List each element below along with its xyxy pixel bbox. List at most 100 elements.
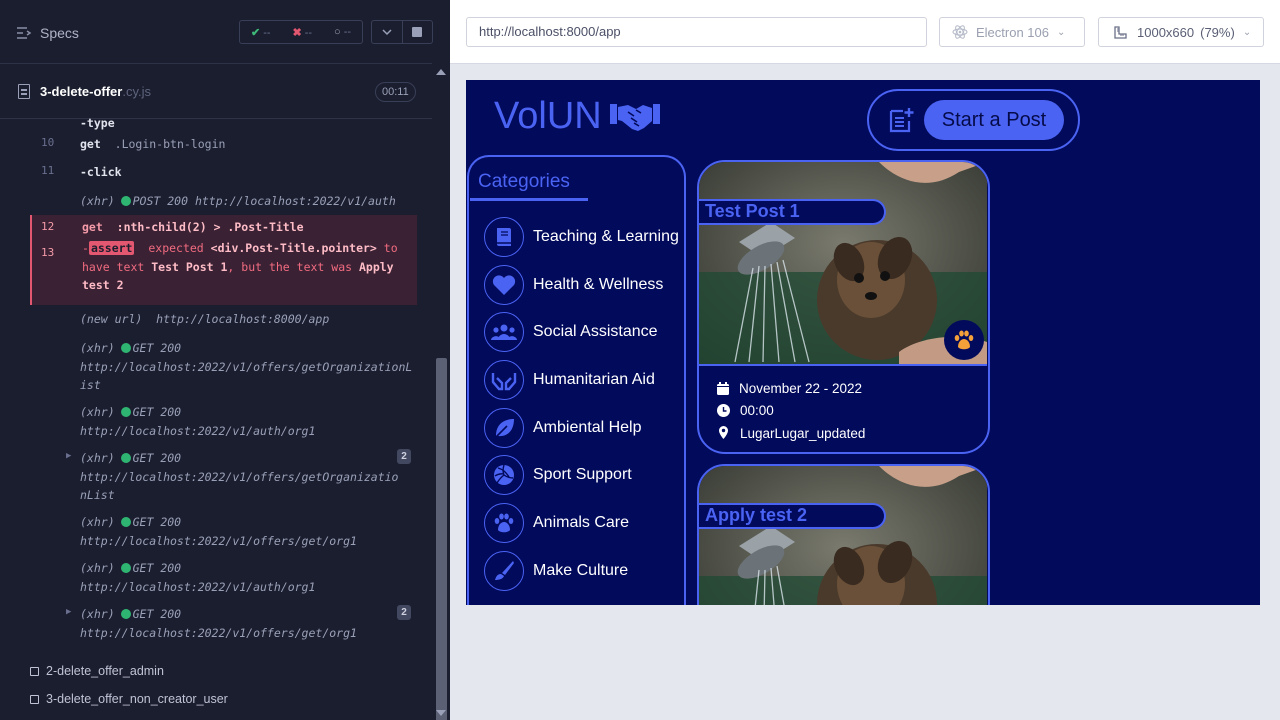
- post-title[interactable]: Apply test 2: [699, 503, 886, 529]
- post-info: November 22 - 2022 00:00 LugarLugar_upda…: [717, 377, 865, 445]
- stop-button[interactable]: [403, 21, 433, 43]
- pending-box-icon: [30, 666, 39, 676]
- chevron-down-icon[interactable]: [372, 21, 403, 43]
- post-location: LugarLugar_updated: [740, 425, 866, 441]
- category-ambiental[interactable]: Ambiental Help: [484, 407, 642, 449]
- post-date-row: November 22 - 2022: [717, 377, 865, 400]
- categories-title: Categories: [478, 171, 570, 192]
- category-animals[interactable]: Animals Care: [484, 502, 629, 544]
- specs-list-icon: [17, 27, 32, 39]
- post-card[interactable]: Test Post 1 November 22 - 2022 00:00 Lug…: [697, 160, 990, 454]
- stop-icon: [412, 27, 423, 37]
- xhr-row[interactable]: (xhr) POST 200 http://localhost:2022/v1/a…: [30, 192, 417, 212]
- category-humanitarian[interactable]: Humanitarian Aid: [484, 359, 655, 401]
- scroll-up-icon[interactable]: [436, 69, 446, 75]
- duration-badge: 00:11: [375, 82, 416, 102]
- command-row: -type: [80, 116, 115, 130]
- reporter-panel: Specs ✔ -- ✖ -- ○ -- 3-delete-offer.cy.j…: [0, 0, 450, 720]
- pending-stat: ○ --: [333, 26, 352, 38]
- post-photo: [699, 466, 987, 605]
- handshake-icon: [609, 103, 660, 131]
- spec-item[interactable]: 2-delete_offer_admin: [30, 664, 164, 678]
- electron-icon: [952, 25, 968, 39]
- xhr-row[interactable]: ▶ (xhr) GET 200 http://localhost:2022/v1/o…: [30, 605, 417, 645]
- file-icon: [18, 84, 30, 99]
- status-ok-icon: [120, 407, 131, 417]
- specs-button[interactable]: Specs: [16, 22, 79, 44]
- aut-header: http://localhost:8000/app Electron 106 ⌄…: [450, 0, 1280, 64]
- run-controls: [371, 20, 433, 44]
- post-title[interactable]: Test Post 1: [699, 199, 886, 225]
- categories-panel: Categories Teaching & Learning Health & …: [467, 155, 686, 605]
- xhr-row[interactable]: (xhr) GET 200 http://localhost:2022/v1/off…: [30, 513, 417, 553]
- failed-stat: ✖ --: [292, 26, 313, 39]
- expand-arrow-icon[interactable]: ▶: [66, 607, 71, 617]
- scroll-thumb[interactable]: [436, 358, 447, 720]
- x-icon: ✖: [292, 26, 302, 39]
- chevron-down-icon: ⌄: [1242, 26, 1252, 38]
- chevron-down-icon: ⌄: [1057, 26, 1066, 38]
- status-ok-icon: [120, 563, 131, 573]
- new-url-row[interactable]: (new url) http://localhost:8000/app: [30, 310, 417, 330]
- status-ok-icon: [120, 343, 131, 353]
- xhr-row[interactable]: (xhr) GET 200 http://localhost:2022/v1/aut…: [30, 403, 417, 443]
- start-post-group: Start a Post: [867, 89, 1080, 151]
- category-teaching[interactable]: Teaching & Learning: [484, 216, 679, 258]
- spec-item[interactable]: 3-delete_offer_non_creator_user: [30, 692, 228, 706]
- viewport-selector[interactable]: 1000x660 (79%) ⌄: [1098, 17, 1264, 47]
- scroll-down-icon[interactable]: [436, 710, 446, 716]
- pending-box-icon: [30, 694, 39, 704]
- app-logo[interactable]: VolUN: [494, 95, 660, 138]
- categories-underline: [470, 198, 588, 201]
- assert-badge: assert: [88, 241, 135, 255]
- leaf-icon: [484, 408, 524, 448]
- paw-icon: [944, 320, 984, 360]
- expand-arrow-icon[interactable]: ▶: [66, 451, 71, 461]
- ruler-icon: [1114, 26, 1127, 39]
- xhr-row[interactable]: ▶ (xhr) GET 200 http://localhost:2022/v1/o…: [30, 449, 417, 507]
- category-sport[interactable]: Sport Support: [484, 454, 632, 496]
- command-row[interactable]: 11 -click: [30, 163, 417, 183]
- browser-name: Electron 106: [976, 24, 1049, 40]
- post-time-row: 00:00: [717, 400, 865, 423]
- viewport-size: 1000x660: [1137, 24, 1195, 40]
- status-ok-icon: [120, 609, 131, 619]
- post-card[interactable]: Apply test 2: [697, 464, 990, 605]
- category-health[interactable]: Health & Wellness: [484, 264, 663, 306]
- viewport-zoom: (79%): [1200, 24, 1235, 40]
- category-social[interactable]: Social Assistance: [484, 311, 658, 353]
- count-badge: 2: [397, 449, 411, 464]
- count-badge: 2: [397, 605, 411, 620]
- status-ok-icon: [120, 517, 131, 527]
- post-location-row: LugarLugar_updated: [717, 422, 865, 445]
- spec-file-name: 3-delete-offer.cy.js: [40, 84, 152, 99]
- specs-label: Specs: [40, 25, 79, 41]
- assertion-error-row[interactable]: 13 - assert expected <div.Post-Title.poin…: [30, 239, 417, 305]
- browser-selector[interactable]: Electron 106 ⌄: [939, 17, 1085, 47]
- command-row[interactable]: 10 get .Login-btn-login: [30, 135, 417, 155]
- location-pin-icon: [719, 426, 728, 440]
- url-bar[interactable]: http://localhost:8000/app: [466, 17, 927, 47]
- check-icon: ✔: [250, 26, 261, 39]
- reporter-scrollbar[interactable]: [433, 64, 450, 720]
- category-culture[interactable]: Make Culture: [484, 550, 628, 592]
- spec-file-header[interactable]: 3-delete-offer.cy.js 00:11: [0, 65, 432, 119]
- start-post-button[interactable]: Start a Post: [924, 100, 1064, 140]
- paintbrush-icon: [484, 551, 524, 591]
- people-icon: [484, 312, 524, 352]
- status-ok-icon: [120, 196, 131, 206]
- pending-circle-icon: ○: [333, 26, 341, 38]
- failed-command-row[interactable]: 12 get :nth-child(2) > .Post-Title: [30, 215, 417, 239]
- book-icon: [484, 217, 524, 257]
- post-time: 00:00: [740, 403, 774, 419]
- volleyball-icon: [484, 455, 524, 495]
- xhr-row[interactable]: (xhr) GET 200 http://localhost:2022/v1/off…: [30, 339, 417, 397]
- test-stats: ✔ -- ✖ -- ○ --: [239, 20, 363, 44]
- app-frame: VolUN Start a Post Categories Teaching &…: [466, 80, 1260, 605]
- passed-stat: ✔ --: [250, 26, 271, 39]
- paw-icon: [484, 503, 524, 543]
- reporter-header: Specs ✔ -- ✖ -- ○ --: [0, 0, 433, 64]
- command-log: -type 10 get .Login-btn-login 11 -click …: [30, 116, 417, 645]
- add-post-icon[interactable]: [887, 106, 915, 134]
- xhr-row[interactable]: (xhr) GET 200 http://localhost:2022/v1/aut…: [30, 559, 417, 599]
